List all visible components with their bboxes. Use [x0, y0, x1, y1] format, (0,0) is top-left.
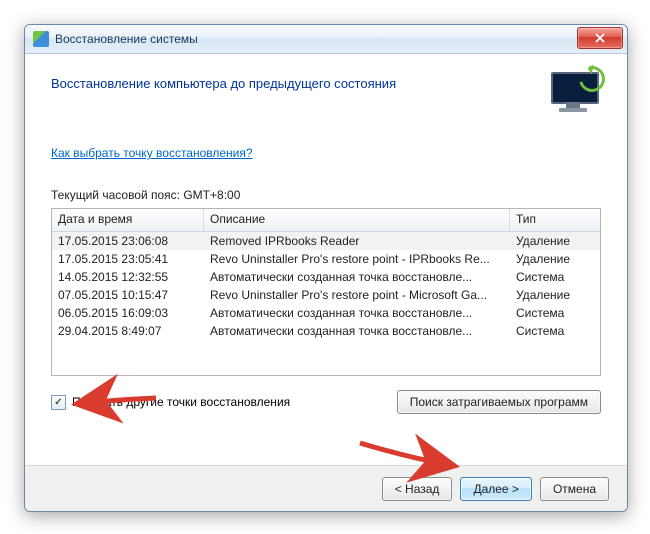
- close-button[interactable]: [577, 27, 623, 49]
- table-row[interactable]: 07.05.2015 10:15:47 Revo Uninstaller Pro…: [52, 286, 600, 304]
- help-link[interactable]: Как выбрать точку восстановления?: [51, 146, 253, 160]
- table-row[interactable]: 06.05.2015 16:09:03 Автоматически создан…: [52, 304, 600, 322]
- table-header: Дата и время Описание Тип: [52, 209, 600, 232]
- cell-datetime: 29.04.2015 8:49:07: [52, 323, 204, 339]
- cell-type: Удаление: [510, 233, 600, 249]
- titlebar[interactable]: Восстановление системы: [25, 25, 627, 54]
- cell-datetime: 17.05.2015 23:06:08: [52, 233, 204, 249]
- cell-type: Система: [510, 323, 600, 339]
- cell-type: Система: [510, 305, 600, 321]
- cell-type: Система: [510, 269, 600, 285]
- cell-datetime: 06.05.2015 16:09:03: [52, 305, 204, 321]
- checkbox-box: ✓: [51, 395, 66, 410]
- window-title: Восстановление системы: [55, 32, 198, 46]
- system-restore-dialog: Восстановление системы Восстановление ко…: [24, 24, 628, 512]
- cell-description: Автоматически созданная точка восстановл…: [204, 305, 510, 321]
- restore-icon: [547, 72, 601, 116]
- table-row[interactable]: 14.05.2015 12:32:55 Автоматически создан…: [52, 268, 600, 286]
- timezone-label: Текущий часовой пояс: GMT+8:00: [51, 188, 601, 202]
- next-button[interactable]: Далее >: [460, 477, 532, 501]
- checkbox-label: Показать другие точки восстановления: [72, 395, 290, 409]
- cell-datetime: 14.05.2015 12:32:55: [52, 269, 204, 285]
- close-icon: [595, 33, 605, 43]
- app-icon: [33, 31, 49, 47]
- table-body: 17.05.2015 23:06:08 Removed IPRbooks Rea…: [52, 232, 600, 340]
- cell-datetime: 17.05.2015 23:05:41: [52, 251, 204, 267]
- table-row[interactable]: 29.04.2015 8:49:07 Автоматически созданн…: [52, 322, 600, 340]
- cell-description: Автоматически созданная точка восстановл…: [204, 323, 510, 339]
- cell-type: Удаление: [510, 287, 600, 303]
- col-description[interactable]: Описание: [204, 209, 510, 231]
- cell-description: Автоматически созданная точка восстановл…: [204, 269, 510, 285]
- cell-description: Removed IPRbooks Reader: [204, 233, 510, 249]
- table-row[interactable]: 17.05.2015 23:05:41 Revo Uninstaller Pro…: [52, 250, 600, 268]
- cell-type: Удаление: [510, 251, 600, 267]
- cell-description: Revo Uninstaller Pro's restore point - M…: [204, 287, 510, 303]
- col-type[interactable]: Тип: [510, 209, 600, 231]
- wizard-buttons: < Назад Далее > Отмена: [25, 465, 627, 512]
- restore-points-table: Дата и время Описание Тип 17.05.2015 23:…: [51, 208, 601, 376]
- scan-affected-button[interactable]: Поиск затрагиваемых программ: [397, 390, 601, 414]
- col-datetime[interactable]: Дата и время: [52, 209, 204, 231]
- back-button[interactable]: < Назад: [382, 477, 453, 501]
- cell-datetime: 07.05.2015 10:15:47: [52, 287, 204, 303]
- cancel-button[interactable]: Отмена: [540, 477, 609, 501]
- show-more-checkbox[interactable]: ✓ Показать другие точки восстановления: [51, 395, 290, 410]
- page-heading: Восстановление компьютера до предыдущего…: [51, 76, 396, 91]
- table-row[interactable]: 17.05.2015 23:06:08 Removed IPRbooks Rea…: [52, 232, 600, 250]
- cell-description: Revo Uninstaller Pro's restore point - I…: [204, 251, 510, 267]
